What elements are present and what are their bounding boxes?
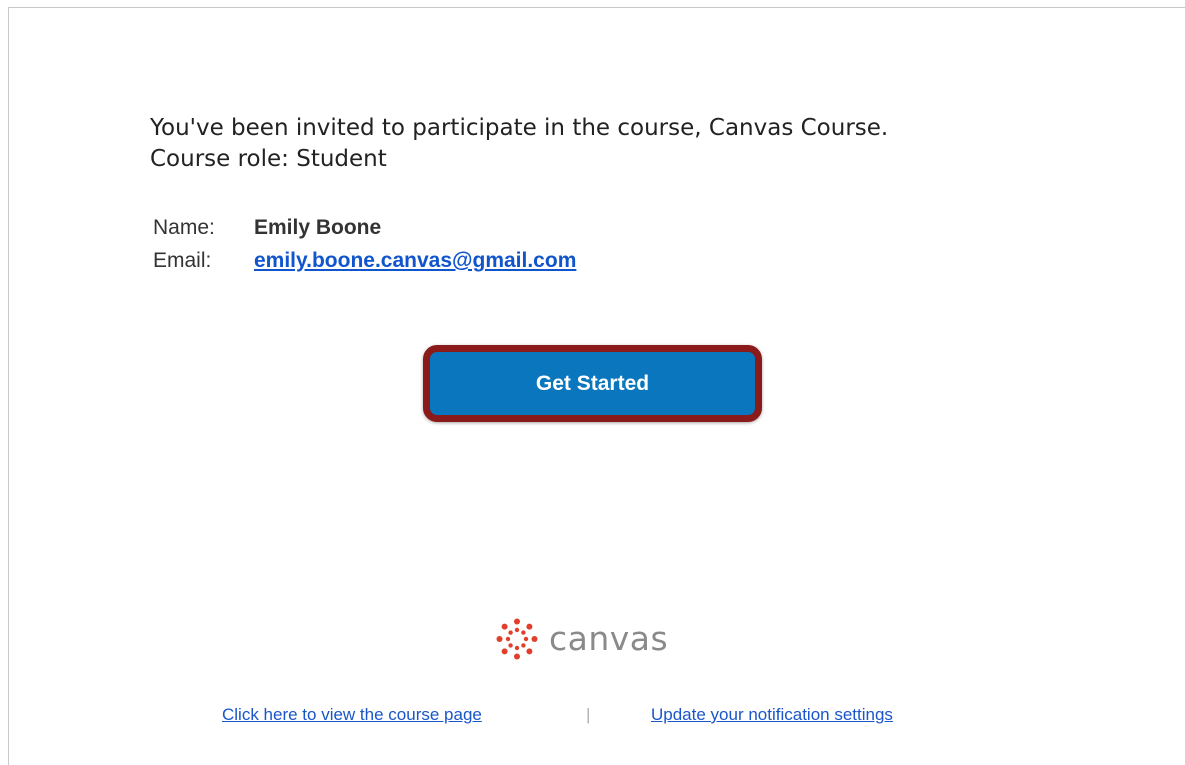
footer-separator: | [586,705,591,724]
user-details: Name: Emily Boone Email: emily.boone.canva… [153,211,576,277]
name-row: Name: Emily Boone [153,211,576,244]
get-started-button[interactable]: Get Started [430,352,755,415]
name-label: Name: [153,216,215,239]
canvas-logo: canvas [495,617,668,661]
course-role-text: Course role: Student [150,146,387,172]
canvas-logo-icon [496,618,538,660]
notification-settings-link[interactable]: Update your notification settings [651,704,893,726]
canvas-logo-text: canvas [549,619,669,658]
email-row: Email: emily.boone.canvas@gmail.com [153,244,576,277]
view-course-link[interactable]: Click here to view the course page [222,704,482,726]
email-label: Email: [153,249,212,272]
email-link[interactable]: emily.boone.canvas@gmail.com [254,249,576,272]
invitation-message: You've been invited to participate in th… [150,113,888,175]
invitation-text: You've been invited to participate in th… [150,115,889,141]
footer-links: Click here to view the course page | Upd… [0,704,1185,726]
get-started-highlight: Get Started [423,345,762,422]
name-value: Emily Boone [254,216,382,239]
